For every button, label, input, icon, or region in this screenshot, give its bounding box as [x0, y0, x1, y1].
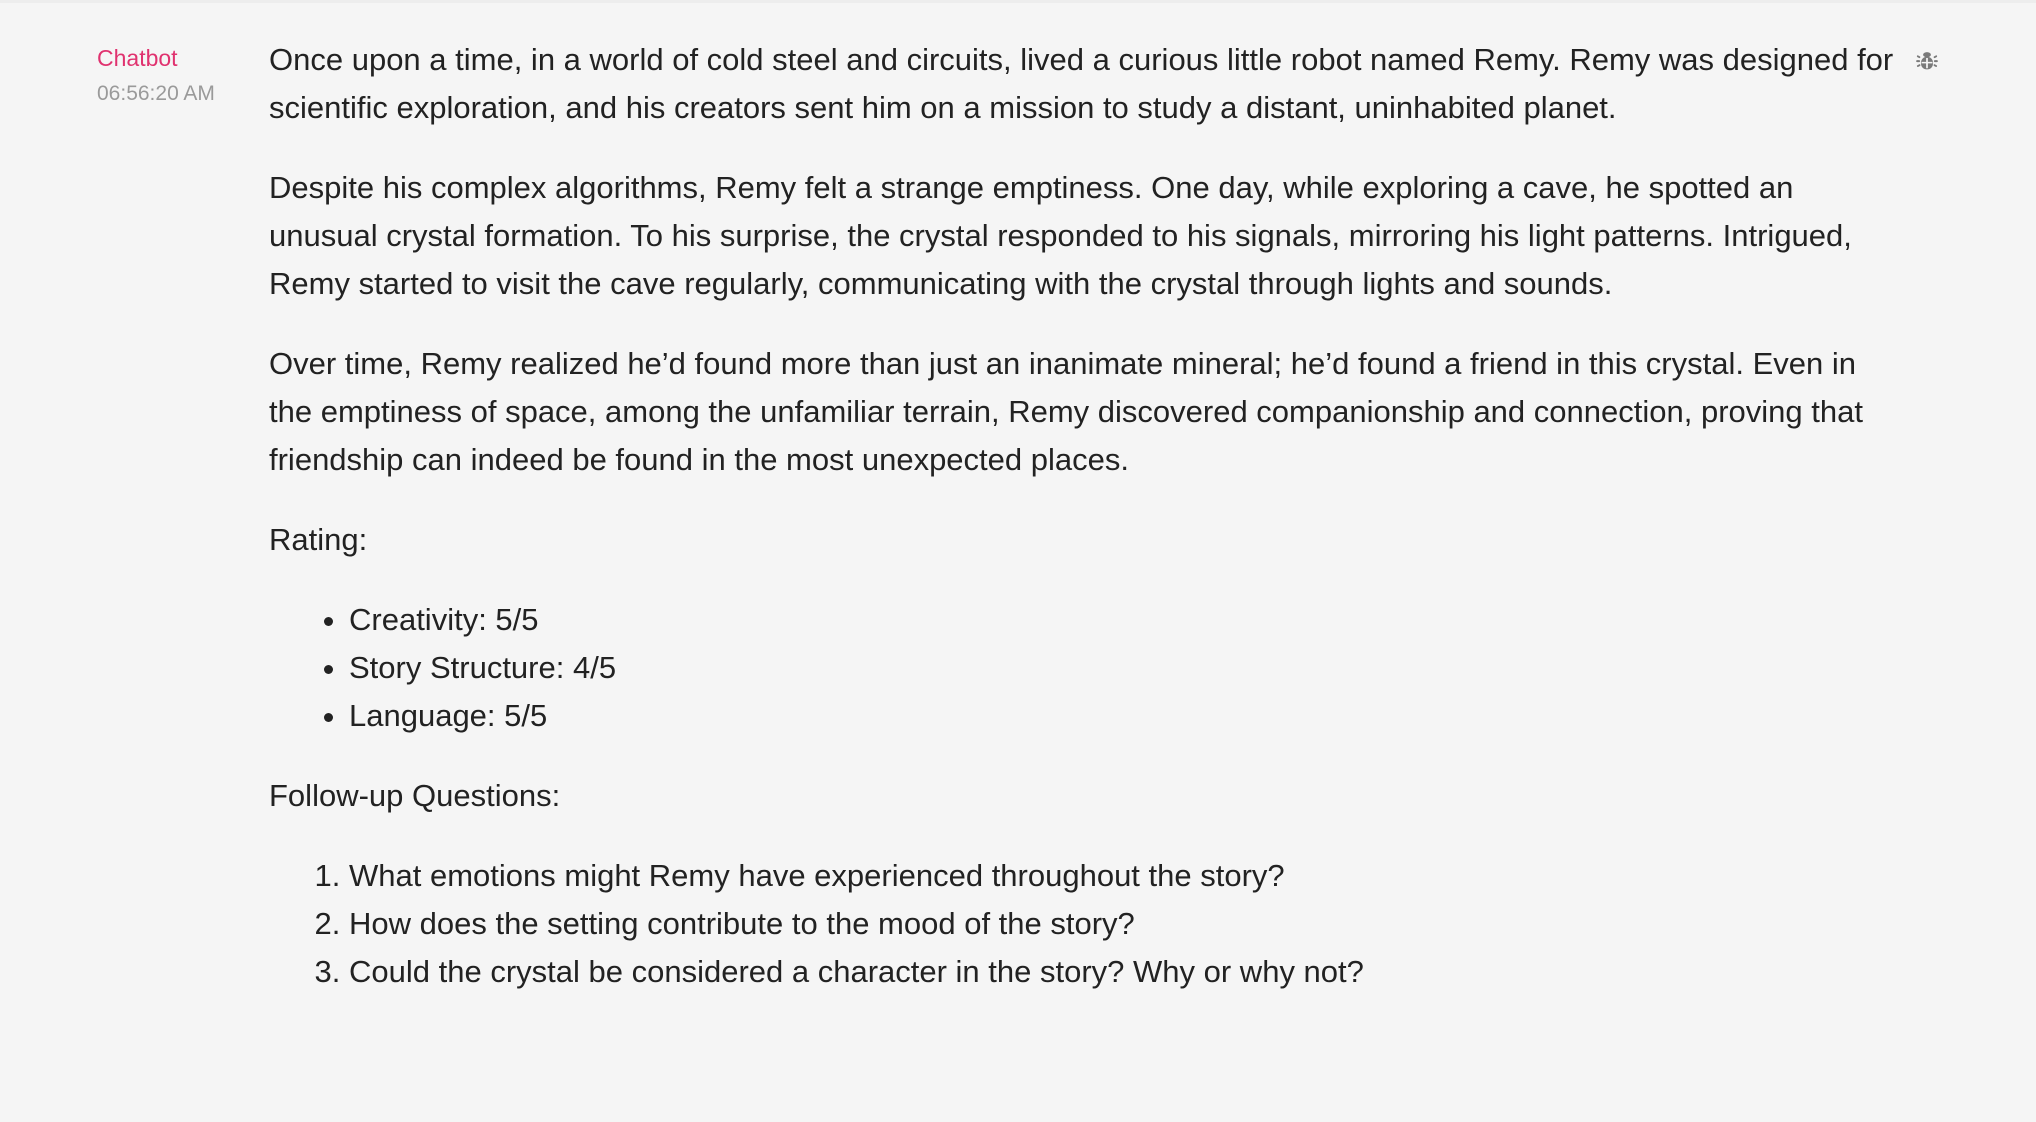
message-timestamp: 06:56:20 AM [97, 82, 215, 105]
bug-icon[interactable] [1914, 48, 1940, 74]
followup-item: Could the crystal be considered a charac… [349, 948, 1899, 996]
chat-message: Chatbot 06:56:20 AM Once upon a time, in… [0, 0, 2036, 1122]
followup-heading: Follow-up Questions: [269, 778, 561, 813]
rating-heading: Rating: [269, 522, 368, 557]
rating-item: Creativity: 5/5 [349, 596, 1899, 644]
rating-list: Creativity: 5/5 Story Structure: 4/5 Lan… [269, 596, 1899, 740]
story-paragraph-1: Once upon a time, in a world of cold ste… [269, 42, 1894, 125]
followup-list: What emotions might Remy have experience… [269, 852, 1899, 996]
message-content: Once upon a time, in a world of cold ste… [269, 36, 1899, 1028]
message-meta: Chatbot 06:56:20 AM [97, 44, 257, 108]
followup-item: What emotions might Remy have experience… [349, 852, 1899, 900]
sender-name: Chatbot [97, 45, 178, 71]
story-paragraph-3: Over time, Remy realized he’d found more… [269, 346, 1863, 477]
followup-item: How does the setting contribute to the m… [349, 900, 1899, 948]
rating-item: Story Structure: 4/5 [349, 644, 1899, 692]
story-paragraph-2: Despite his complex algorithms, Remy fel… [269, 170, 1852, 301]
bug-icon-graphic [1916, 52, 1938, 70]
rating-item: Language: 5/5 [349, 692, 1899, 740]
